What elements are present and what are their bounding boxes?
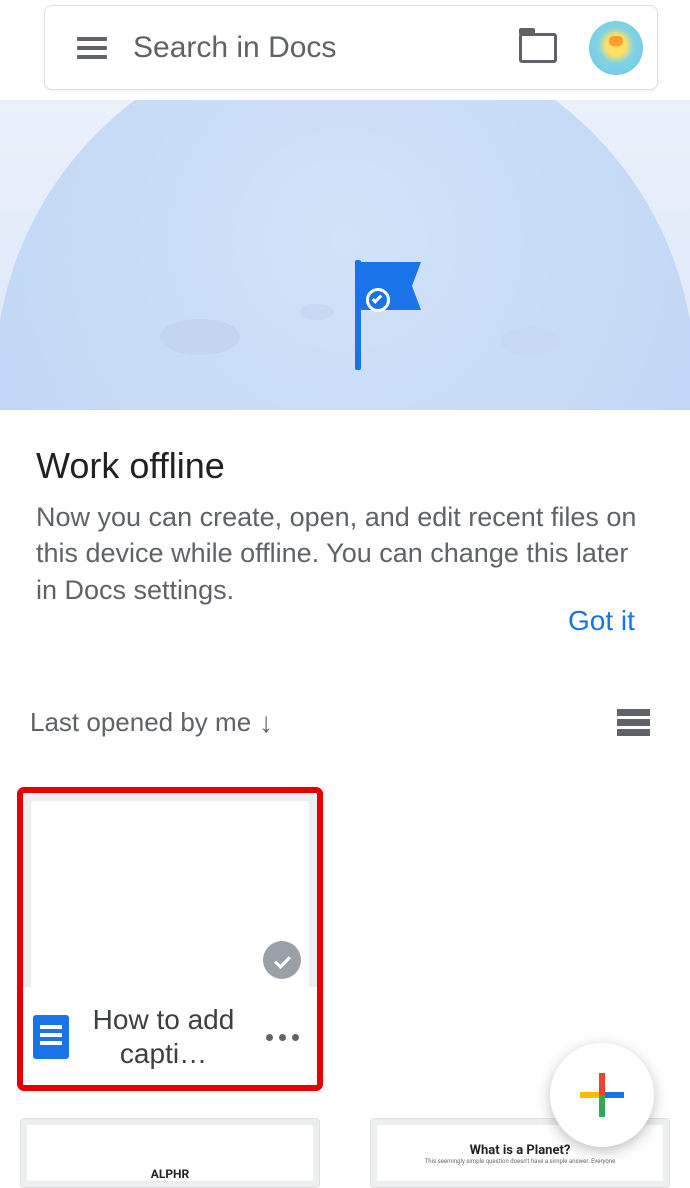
offline-banner: Work offline Now you can create, open, a… [36, 445, 654, 608]
plus-icon [580, 1073, 624, 1117]
offline-description: Now you can create, open, and edit recen… [36, 499, 654, 608]
arrow-down-icon: ↓ [259, 707, 273, 739]
offline-hero-illustration [0, 100, 690, 410]
document-thumbnail [21, 791, 319, 987]
thumbnail-title: What is a Planet? [470, 1143, 571, 1158]
docs-app-icon [33, 1015, 69, 1059]
new-document-fab[interactable] [550, 1043, 654, 1147]
document-footer: How to add capti… [21, 987, 319, 1087]
folder-icon[interactable] [519, 33, 557, 63]
got-it-button[interactable]: Got it [568, 605, 635, 637]
document-card[interactable]: How to add capti… [20, 790, 320, 1088]
menu-icon[interactable] [77, 32, 107, 64]
offline-check-icon [263, 941, 301, 979]
search-bar: Search in Docs [44, 5, 658, 90]
thumbnail-subtitle: This seemingly simple question doesn't h… [425, 1158, 616, 1165]
avatar[interactable] [589, 21, 643, 75]
sort-dropdown[interactable]: Last opened by me ↓ [30, 707, 273, 739]
document-title: How to add capti… [79, 1003, 248, 1070]
document-card[interactable]: ALPHR [20, 1118, 320, 1188]
sort-row: Last opened by me ↓ [30, 706, 650, 739]
thumbnail-text: ALPHR [151, 1167, 189, 1181]
offline-title: Work offline [36, 445, 654, 487]
list-view-icon[interactable] [620, 706, 650, 739]
search-input[interactable]: Search in Docs [133, 31, 519, 65]
more-icon[interactable] [258, 1026, 307, 1049]
sort-label-text: Last opened by me [30, 707, 251, 738]
document-thumbnail: ALPHR [21, 1119, 319, 1187]
